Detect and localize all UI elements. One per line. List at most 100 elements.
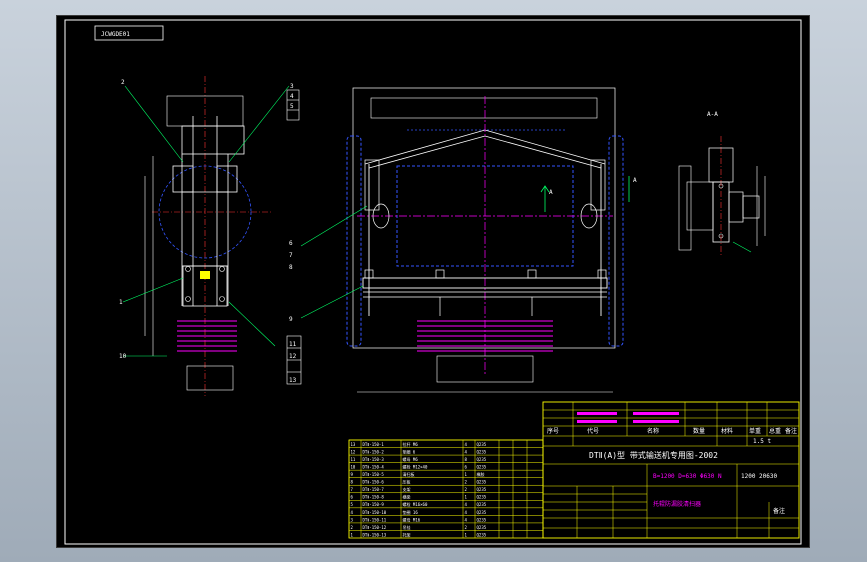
section-view — [678, 136, 766, 256]
bom-cell: 8 — [351, 480, 354, 485]
bom-cell: Q235 — [477, 449, 487, 454]
bom-cell: 橡胶 — [477, 471, 485, 477]
part-label-13: 13 — [289, 377, 297, 384]
header-cell: 代号 — [587, 427, 599, 435]
header-cell: 总重 — [769, 427, 781, 435]
sheet-code: JCWGDE01 — [101, 31, 130, 38]
bom-cell: DTⅡ-150-11 — [363, 517, 387, 522]
bom-cell: Q235 — [477, 442, 487, 447]
sheet-border — [64, 19, 802, 545]
section-mark-1: A — [549, 189, 553, 196]
bom-cell: 7 — [351, 487, 354, 492]
header-cell: 单重 — [749, 427, 761, 435]
bom-cell: 垫圈 16 — [403, 509, 419, 515]
bom-cell: DTⅡ-150-5 — [363, 472, 385, 477]
title-header-row: 序号 代号 名称 数量 材料 单重 总重 备注 — [547, 427, 797, 435]
spec-line: B=1200 D=630 Φ630 N — [653, 473, 722, 480]
bom-cell: 螺栓 M16×60 — [403, 501, 428, 507]
side-view — [122, 76, 302, 396]
header-cell: 材料 — [721, 427, 733, 435]
part-label-4: 4 — [290, 93, 294, 100]
part-label-3: 3 — [290, 83, 294, 90]
bom-cell: DTⅡ-150-6 — [363, 480, 385, 485]
bom-cell: 13 — [351, 442, 356, 447]
part-label-10: 10 — [119, 353, 127, 360]
bom-cell: 3 — [351, 517, 354, 522]
bom-cell: 5 — [351, 502, 354, 507]
bom-cell: Q235 — [477, 502, 487, 507]
bom-cell: 清扫板 — [403, 471, 415, 477]
bom-cell: 垫圈 6 — [403, 448, 416, 454]
bom-cell: 2 — [465, 487, 468, 492]
bom-cell: Q235 — [477, 517, 487, 522]
bom-cell: 支架 — [403, 486, 411, 492]
bom-cell: 6 — [351, 495, 354, 500]
bom-cell: 托架 — [403, 531, 411, 537]
bom-cell: 4 — [465, 510, 468, 515]
bom-cell: 4 — [465, 502, 468, 507]
part-label-7: 7 — [289, 252, 293, 259]
bom-cell: DTⅡ-150-8 — [363, 495, 385, 500]
cad-drawing: JCWGDE01 2 3 4 5 1 6 7 8 9 10 11 12 13 A… — [64, 19, 802, 545]
part-label-2: 2 — [121, 79, 125, 86]
bom-cell: 6 — [465, 465, 468, 470]
section-mark-2: A — [633, 177, 637, 184]
bom-cell: 1 — [465, 532, 468, 537]
remark-cell: 备注 — [773, 507, 785, 515]
bom-cell: 2 — [351, 525, 354, 530]
bom-cell: DTⅡ-150-13 — [363, 532, 387, 537]
bom-cell: 1 — [351, 532, 354, 537]
bom-cell: Q235 — [477, 465, 487, 470]
bom-cell: 1 — [465, 495, 468, 500]
bom-cell: 螺栓 M12×40 — [403, 464, 428, 470]
bom-cell: 螺母 M6 — [403, 456, 419, 462]
bom-cell: 横梁 — [403, 494, 411, 500]
drawing-number: 1200 20630 — [741, 473, 778, 480]
bom-cell: DTⅡ-150-4 — [363, 465, 385, 470]
bom-cell: DTⅡ-150-10 — [363, 510, 387, 515]
bom-cell: Q235 — [477, 480, 487, 485]
bom-cell: 4 — [465, 449, 468, 454]
bom-cell: DTⅡ-150-9 — [363, 502, 385, 507]
bom-cell: 11 — [351, 457, 356, 462]
bom-cell: 4 — [465, 517, 468, 522]
bom-cell: 8 — [465, 457, 468, 462]
bom-cell: 2 — [465, 525, 468, 530]
header-cell: 数量 — [693, 427, 705, 435]
part-label-11: 11 — [289, 341, 297, 348]
part-name: 托辊防漏胶清扫器 — [653, 500, 701, 508]
bom-cell: DTⅡ-150-1 — [363, 442, 385, 447]
bom-cell: Q235 — [477, 457, 487, 462]
part-label-6: 6 — [289, 240, 293, 247]
bom-cell: DTⅡ-150-7 — [363, 487, 385, 492]
bom-cell: 吊挂 — [403, 524, 411, 530]
header-cell: 名称 — [647, 427, 659, 435]
front-view — [300, 87, 630, 393]
bom-cell: DTⅡ-150-2 — [363, 449, 385, 454]
bom-cell: Q235 — [477, 510, 487, 515]
drawing-title: DTⅡ(A)型 带式输送机专用图-2002 — [589, 450, 718, 460]
bom-cell: 压板 — [403, 479, 411, 485]
part-label-9: 9 — [289, 316, 293, 323]
bom-cell: 2 — [465, 480, 468, 485]
bom-cell: 4 — [465, 442, 468, 447]
bom-cell: Q235 — [477, 495, 487, 500]
cad-viewport[interactable]: JCWGDE01 2 3 4 5 1 6 7 8 9 10 11 12 13 A… — [56, 15, 810, 548]
bom-cell: DTⅡ-150-3 — [363, 457, 385, 462]
bom-cell: 4 — [351, 510, 354, 515]
header-cell: 序号 — [547, 427, 559, 435]
bom-cell: 1 — [465, 472, 468, 477]
part-label-8: 8 — [289, 264, 293, 271]
bom-cell: 10 — [351, 465, 356, 470]
bom-cell: 螺母 M16 — [403, 516, 421, 522]
section-title: A-A — [707, 111, 718, 118]
title-block — [542, 401, 800, 539]
part-label-12: 12 — [289, 353, 297, 360]
header-cell: 备注 — [785, 427, 797, 435]
bom-cell: 12 — [351, 449, 356, 454]
part-label-1: 1 — [119, 299, 123, 306]
part-label-5: 5 — [290, 103, 294, 110]
bom-cell: 拉杆 M6 — [403, 441, 419, 447]
bom-cell: Q235 — [477, 487, 487, 492]
bom-cell: Q235 — [477, 525, 487, 530]
